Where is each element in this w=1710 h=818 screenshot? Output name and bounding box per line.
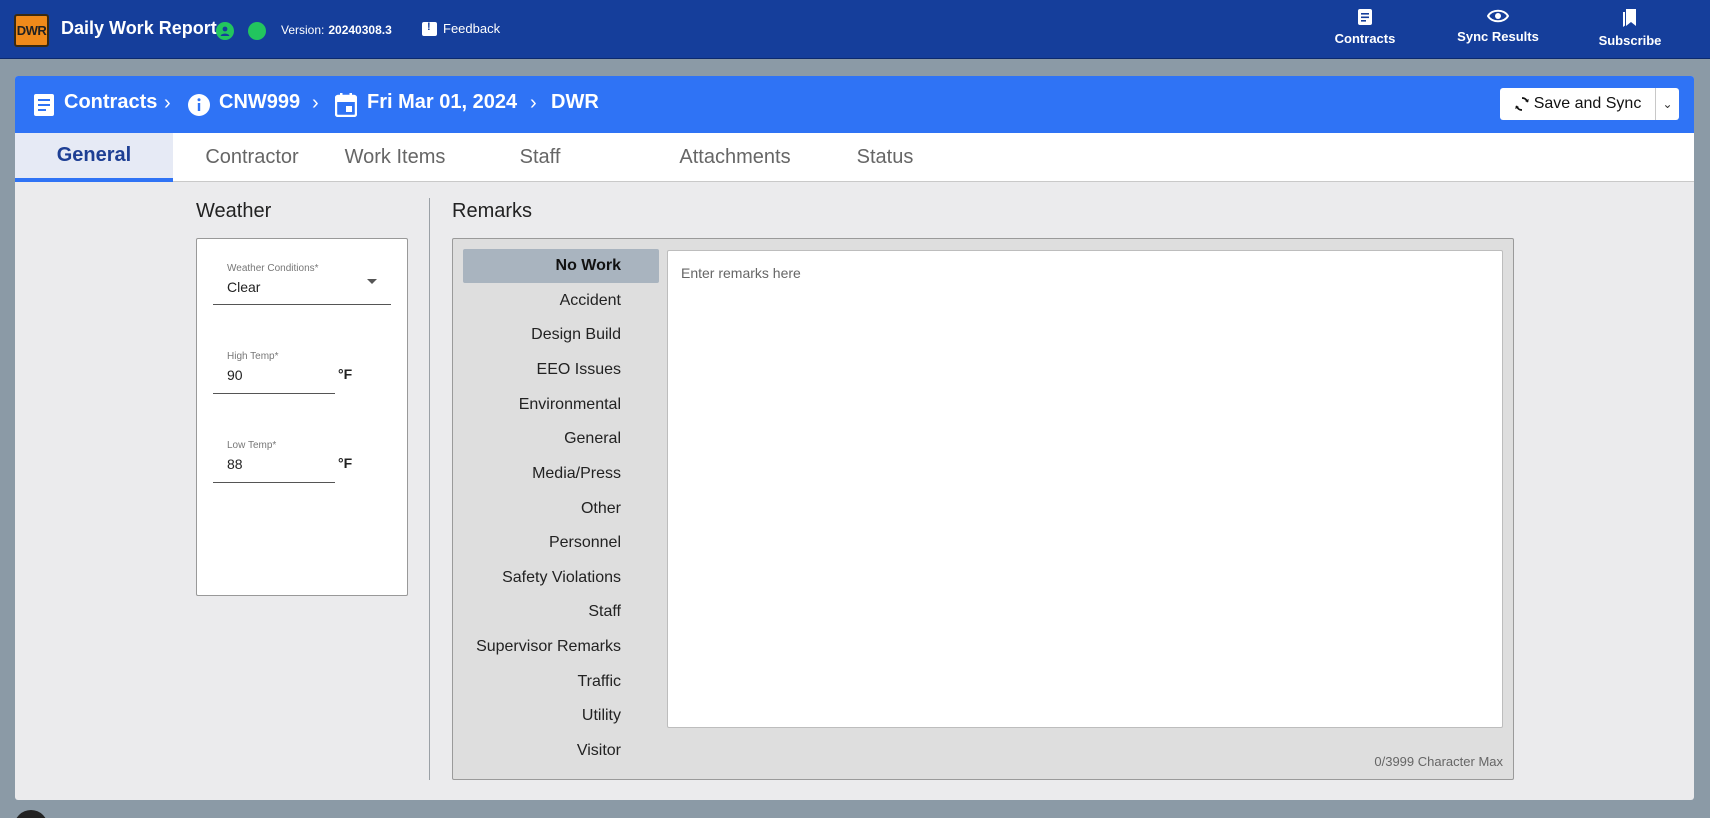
tab-staff[interactable]: Staff [490, 133, 590, 182]
category-other[interactable]: Other [463, 492, 659, 526]
category-supervisor-remarks[interactable]: Supervisor Remarks [463, 630, 659, 664]
user-status-icon[interactable] [216, 22, 234, 40]
floating-action-button[interactable] [14, 810, 48, 818]
app-title: Daily Work Report [61, 18, 217, 38]
category-eeo-issues[interactable]: EEO Issues [463, 353, 659, 387]
version-number: 20240308.3 [328, 23, 392, 37]
bookmarks-icon [1623, 9, 1636, 27]
low-temp-unit: °F [338, 455, 353, 471]
save-and-sync-group: Save and Sync ⌄ [1500, 88, 1679, 120]
chevron-right-icon: › [530, 92, 537, 114]
feedback-icon [422, 21, 437, 36]
section-divider [429, 198, 430, 780]
high-temp-input[interactable]: 90 [227, 367, 243, 383]
sync-icon [1514, 97, 1529, 111]
tab-contractor[interactable]: Contractor [187, 133, 317, 182]
chevron-right-icon: › [164, 92, 171, 114]
nav-subscribe-button[interactable]: Subscribe [1598, 8, 1662, 52]
chevron-down-icon: ⌄ [1662, 97, 1673, 111]
feedback-label: Feedback [443, 21, 501, 36]
remarks-textarea[interactable] [667, 250, 1503, 728]
low-temp-label: Low Temp* [227, 440, 277, 451]
save-and-sync-button[interactable]: Save and Sync [1500, 88, 1655, 120]
weather-panel: Weather Conditions* Clear High Temp* 90 … [196, 238, 408, 596]
tab-general[interactable]: General [15, 133, 173, 182]
breadcrumb-contract-id[interactable]: CNW999 [219, 91, 300, 114]
app-bar: DWR Daily Work Report Version: 20240308.3… [0, 0, 1710, 59]
category-visitor[interactable]: Visitor [463, 734, 659, 768]
category-media-press[interactable]: Media/Press [463, 457, 659, 491]
dropdown-arrow-icon[interactable] [367, 279, 377, 284]
field-underline [213, 393, 335, 394]
eye-icon [1487, 9, 1509, 23]
nav-contracts-button[interactable]: Contracts [1334, 8, 1396, 52]
category-personnel[interactable]: Personnel [463, 526, 659, 560]
category-traffic[interactable]: Traffic [463, 665, 659, 699]
tab-work-items[interactable]: Work Items [330, 133, 460, 182]
save-options-dropdown[interactable]: ⌄ [1655, 88, 1679, 120]
field-underline [213, 482, 335, 483]
tab-bar: General Contractor Work Items Staff Atta… [15, 133, 1694, 182]
category-staff[interactable]: Staff [463, 595, 659, 629]
remarks-title: Remarks [452, 200, 533, 222]
dwr-logo[interactable]: DWR [14, 14, 49, 47]
weather-conditions-select[interactable]: Clear [227, 279, 260, 295]
version-info: Version: 20240308.3 [281, 23, 392, 37]
breadcrumb-contracts[interactable]: Contracts [64, 91, 157, 114]
field-underline [213, 304, 391, 305]
high-temp-unit: °F [338, 366, 353, 382]
weather-title: Weather [196, 200, 272, 222]
info-icon [188, 94, 210, 116]
nav-sync-results-label: Sync Results [1457, 29, 1539, 44]
high-temp-label: High Temp* [227, 351, 279, 362]
category-safety-violations[interactable]: Safety Violations [463, 561, 659, 595]
category-accident[interactable]: Accident [463, 284, 659, 318]
breadcrumb-date[interactable]: Fri Mar 01, 2024 [367, 91, 517, 114]
nav-sync-results-button[interactable]: Sync Results [1457, 8, 1539, 52]
save-and-sync-label: Save and Sync [1533, 95, 1642, 112]
category-design-build[interactable]: Design Build [463, 318, 659, 352]
tab-status[interactable]: Status [835, 133, 935, 182]
weather-conditions-label: Weather Conditions* [227, 263, 319, 274]
document-icon [1358, 9, 1372, 25]
chevron-right-icon: › [312, 92, 319, 114]
category-no-work[interactable]: No Work [463, 249, 659, 283]
nav-subscribe-label: Subscribe [1598, 33, 1662, 48]
version-label: Version: [281, 23, 325, 37]
connection-status-icon [248, 22, 266, 40]
breadcrumb-page: DWR [551, 91, 599, 113]
main-card: Contracts › CNW999 › Fri Mar 01, 2024 › … [15, 76, 1694, 800]
category-environmental[interactable]: Environmental [463, 388, 659, 422]
document-icon [34, 94, 54, 116]
tab-attachments[interactable]: Attachments [655, 133, 815, 182]
category-utility[interactable]: Utility [463, 699, 659, 733]
category-general[interactable]: General [463, 422, 659, 456]
breadcrumb: Contracts › CNW999 › Fri Mar 01, 2024 › … [15, 76, 1694, 133]
low-temp-input[interactable]: 88 [227, 456, 243, 472]
calendar-icon [335, 93, 357, 117]
nav-contracts-label: Contracts [1334, 31, 1396, 46]
remarks-panel: No Work Accident Design Build EEO Issues… [452, 238, 1514, 780]
character-count: 0/3999 Character Max [1374, 754, 1503, 769]
feedback-button[interactable]: Feedback [422, 21, 500, 36]
